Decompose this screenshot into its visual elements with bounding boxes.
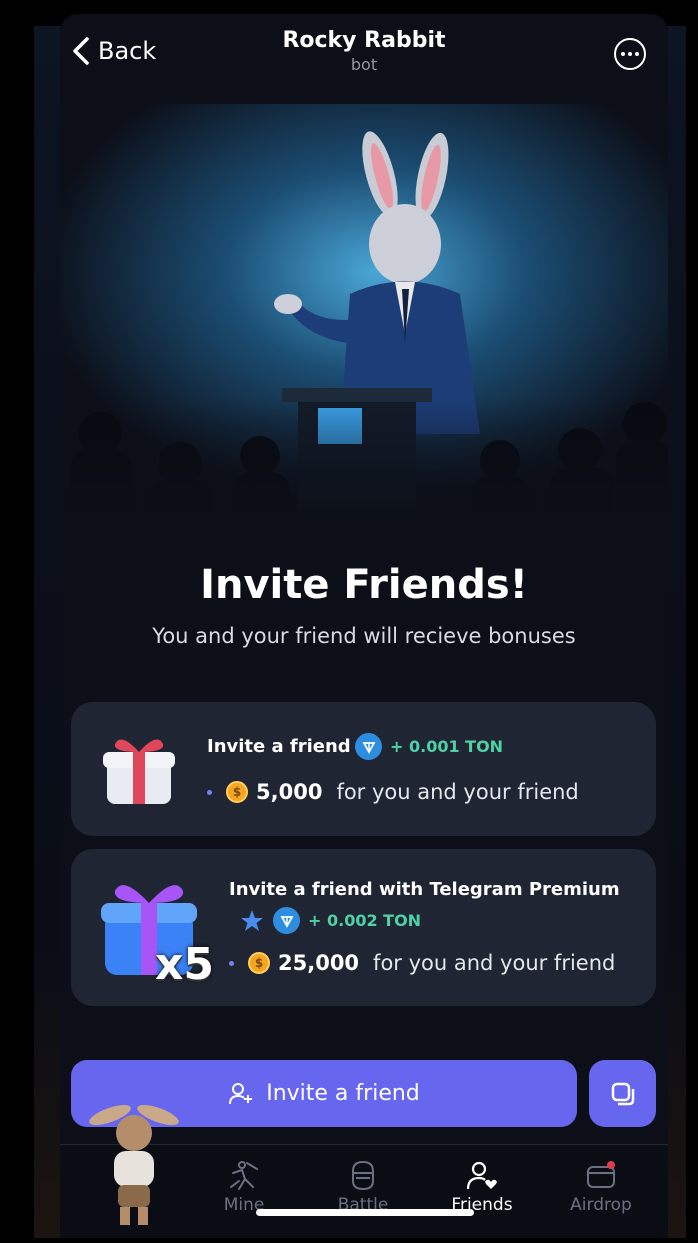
bottom-navigation: Mine Battle Friends Airdrop: [60, 1105, 668, 1238]
ton-bonus: + 0.002 TON: [239, 907, 421, 934]
reward-description: for you and your friend: [373, 951, 616, 975]
more-options-icon[interactable]: [614, 38, 646, 70]
telegram-premium-star-icon: [241, 909, 263, 931]
invite-friend-card: Invite a friend + 0.001 TON $ 5,000 for …: [71, 702, 656, 836]
app-title: Rocky Rabbit: [282, 28, 446, 53]
coin-icon: $: [248, 952, 270, 974]
airdrop-icon: [587, 1161, 615, 1188]
mini-app-window: Back Rocky Rabbit bot Invite Friends! Yo…: [60, 14, 668, 1238]
bullet-dot: [229, 960, 234, 966]
page-title: Invite Friends!: [200, 562, 528, 608]
home-indicator: [256, 1209, 474, 1216]
title-block: Rocky Rabbit bot: [60, 28, 668, 74]
bullet-dot: [207, 789, 212, 795]
gift-box-icon: [103, 739, 175, 804]
ton-icon: [355, 733, 382, 760]
rabbit-avatar-icon[interactable]: [80, 1095, 188, 1235]
invite-premium-card: x5 Invite a friend with Telegram Premium…: [71, 849, 656, 1006]
ton-icon: [273, 907, 300, 934]
nav-item-airdrop[interactable]: Airdrop: [551, 1159, 651, 1215]
coin-icon: $: [226, 781, 248, 803]
multiplier-label: x5: [155, 939, 214, 990]
hero-illustration: [60, 104, 668, 524]
mine-icon: [230, 1161, 258, 1190]
add-user-icon: [229, 1082, 253, 1104]
nav-item-friends[interactable]: Friends: [432, 1159, 532, 1215]
invite-button-label: Invite a friend: [266, 1081, 420, 1106]
coin-reward: $ 25,000 for you and your friend: [229, 951, 615, 975]
top-bar: Back Rocky Rabbit bot: [60, 14, 668, 94]
nav-label: Airdrop: [570, 1195, 632, 1215]
app-subtitle: bot: [350, 55, 378, 74]
copy-icon: [611, 1082, 634, 1105]
coin-reward: $ 5,000 for you and your friend: [207, 780, 579, 804]
copy-link-button[interactable]: [589, 1060, 656, 1127]
reward-amount: 25,000: [278, 951, 360, 975]
nav-item-mine[interactable]: Mine: [194, 1159, 294, 1215]
friends-icon: [466, 1161, 497, 1190]
ton-bonus: + 0.001 TON: [355, 733, 503, 760]
ton-bonus-text: + 0.002 TON: [308, 911, 422, 930]
nav-item-battle[interactable]: Battle: [313, 1159, 413, 1215]
reward-amount: 5,000: [256, 780, 323, 804]
card-title: Invite a friend with Telegram Premium: [229, 879, 620, 900]
battle-icon: [352, 1160, 374, 1191]
page-subtitle: You and your friend will recieve bonuses: [152, 624, 576, 648]
ton-bonus-text: + 0.001 TON: [390, 737, 504, 756]
reward-description: for you and your friend: [336, 780, 579, 804]
card-title: Invite a friend: [207, 736, 351, 757]
